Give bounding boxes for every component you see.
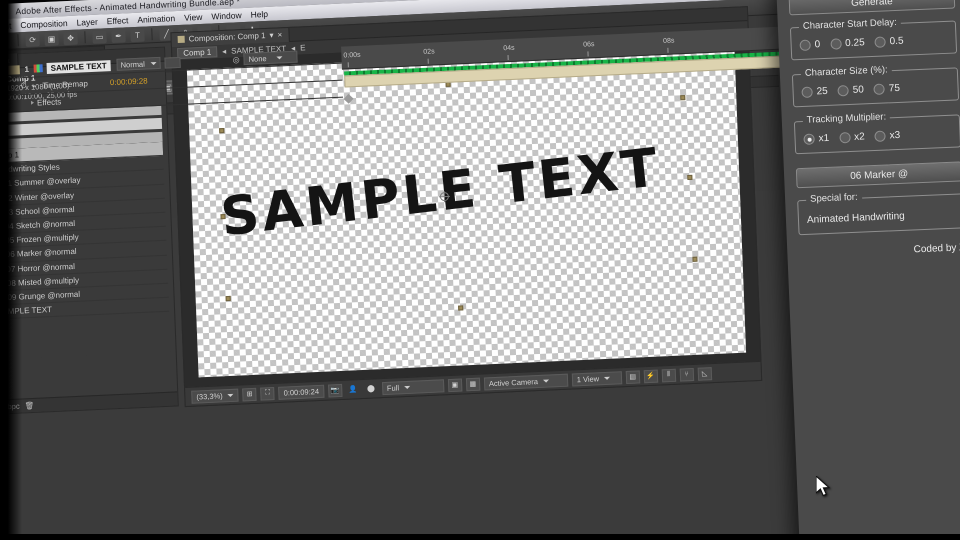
chevron-down-icon[interactable]: ▾: [269, 31, 273, 40]
credit-label: Coded by Z: [913, 242, 960, 256]
toolbar-divider: [151, 28, 153, 41]
row-property-value[interactable]: 0:00:09:28: [110, 76, 148, 87]
timeline-panel: Comp 1 × 0:00:09:24 00249 (25.00 fps) ⌕ …: [0, 24, 829, 540]
row-layer-name[interactable]: SAMPLE TEXT: [46, 59, 111, 74]
radio-dot-icon: [838, 131, 851, 144]
timeline-track-area[interactable]: [342, 48, 838, 540]
vignette-bottom: [0, 534, 960, 540]
group-special-for: Special for: Animated Handwriting: [797, 191, 960, 236]
pan-behind-tool-icon[interactable]: ✥: [63, 31, 78, 45]
group-label: Tracking Multiplier:: [802, 111, 891, 126]
row-parent-value: None: [248, 53, 267, 64]
vignette-left: [0, 0, 22, 540]
ruler-tick-4: 08s: [662, 37, 675, 46]
radio-label: 25: [816, 85, 828, 98]
row-parent-select[interactable]: None: [243, 50, 298, 66]
group-character-start-delay: Character Start Delay: 0 0.25 0.5: [789, 16, 958, 61]
generate-button[interactable]: Generate: [788, 0, 956, 16]
radio-label: x1: [818, 132, 830, 145]
row-mode-select[interactable]: Normal: [116, 56, 161, 71]
special-for-value: Animated Handwriting: [806, 210, 905, 226]
shape-tool-icon[interactable]: ▭: [92, 29, 107, 44]
radio-label: 0.5: [889, 35, 904, 48]
ruler-tick-3: 06s: [583, 41, 595, 49]
ruler-tick-0: 0:00s: [343, 51, 361, 60]
parent-pickwhip-icon[interactable]: ◎: [233, 55, 240, 64]
menu-item-composition[interactable]: Composition: [20, 18, 68, 30]
row-property-name[interactable]: Time Remap: [42, 79, 88, 90]
ruler-tick-2: 04s: [503, 44, 515, 53]
radio-group: 25 50 75: [801, 81, 949, 98]
group-label: Special for:: [805, 191, 862, 205]
expand-triangle-icon[interactable]: [30, 100, 35, 105]
chevron-down-icon: [150, 61, 157, 65]
after-effects-window: Adobe After Effects - Animated Handwriti…: [0, 0, 869, 540]
panel-icon: [177, 35, 185, 44]
camera-tool-icon[interactable]: ▣: [44, 31, 59, 46]
radio-tracking-x3[interactable]: x3: [874, 130, 900, 142]
radio-size-25[interactable]: 25: [801, 86, 828, 98]
radio-dot-icon: [837, 85, 849, 97]
menu-item-effect[interactable]: Effect: [107, 15, 129, 26]
row-property-effects[interactable]: Effects: [37, 97, 62, 107]
row-mode-value: Normal: [120, 59, 145, 70]
group-label: Character Start Delay:: [798, 16, 902, 33]
radio-delay-025[interactable]: 0.25: [829, 37, 865, 50]
radio-label: 0: [814, 39, 821, 51]
script-extension-panel: Generate Character Start Delay: 0 0.25 0…: [776, 0, 960, 540]
style-select-button[interactable]: 06 Marker @: [795, 161, 960, 189]
timeline-body: 👁 ▾ 1 SAMPLE TEXT Normal ◎: [0, 24, 868, 540]
menu-item-animation[interactable]: Animation: [137, 13, 175, 25]
radio-group: 0 0.25 0.5: [799, 34, 947, 52]
radio-delay-0[interactable]: 0: [799, 39, 821, 52]
radio-group: x1 x2 x3: [803, 128, 951, 145]
radio-dot-icon: [829, 38, 842, 50]
group-label: Character Size (%):: [800, 64, 892, 79]
radio-dot-icon: [803, 133, 815, 145]
radio-dot-icon: [874, 130, 886, 142]
toolbar-divider: [84, 31, 86, 44]
radio-label: x3: [889, 129, 901, 142]
tab-composition-label: Composition: Comp 1: [188, 31, 266, 44]
pen-tool-icon[interactable]: ✒: [111, 28, 126, 43]
menu-item-window[interactable]: Window: [211, 10, 242, 21]
ruler-tick-1: 02s: [423, 48, 435, 56]
radio-tracking-x2[interactable]: x2: [838, 131, 865, 144]
group-character-size: Character Size (%): 25 50 75: [791, 64, 960, 108]
chevron-down-icon: [276, 55, 283, 60]
radio-label: 50: [852, 84, 865, 96]
radio-label: 75: [888, 82, 901, 95]
radio-dot-icon: [874, 36, 886, 48]
group-tracking-multiplier: Tracking Multiplier: x1 x2 x3: [793, 111, 960, 155]
menu-item-help[interactable]: Help: [250, 9, 268, 20]
radio-dot-icon: [801, 86, 813, 98]
menu-item-layer[interactable]: Layer: [76, 17, 98, 28]
radio-dot-icon: [873, 83, 886, 95]
screen: Adobe After Effects - Animated Handwriti…: [0, 0, 960, 540]
row-trkmat-toggle[interactable]: [164, 56, 181, 69]
graph-icon[interactable]: ⌁: [31, 81, 36, 90]
radio-delay-05[interactable]: 0.5: [874, 35, 904, 48]
radio-size-75[interactable]: 75: [873, 82, 901, 95]
radio-tracking-x1[interactable]: x1: [803, 133, 829, 145]
radio-size-50[interactable]: 50: [837, 84, 865, 97]
radio-label: x2: [853, 131, 865, 143]
radio-label: 0.25: [844, 37, 865, 50]
rotation-tool-icon[interactable]: ⟳: [25, 32, 40, 47]
menu-item-view[interactable]: View: [184, 12, 203, 23]
keyframe-marker[interactable]: [343, 93, 354, 104]
close-icon[interactable]: ×: [277, 30, 282, 39]
type-tool-icon[interactable]: T: [130, 28, 145, 42]
radio-dot-icon: [799, 39, 811, 52]
comp-icon: [33, 64, 43, 73]
